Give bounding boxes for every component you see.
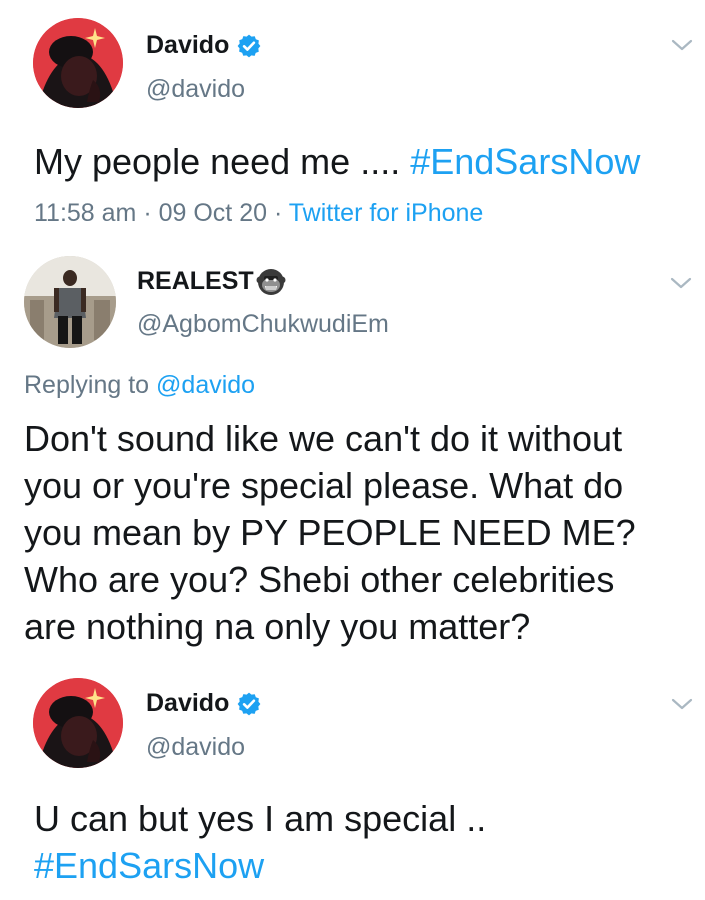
handle[interactable]: @AgbomChukwudiEm xyxy=(137,310,389,339)
tweet-text-line: Who are you? Shebi other celebrities xyxy=(24,559,615,600)
tweet-davido-1[interactable]: Davido @davido My people need me .... #E… xyxy=(0,0,705,250)
davido-name-row[interactable]: Davido xyxy=(146,31,262,60)
tweet-text-content: My people need me .... xyxy=(34,141,411,182)
handle[interactable]: @davido xyxy=(146,75,245,104)
tweet-meta: 11:58 am · 09 Oct 20 · Twitter for iPhon… xyxy=(34,199,483,228)
tweet-date: 09 Oct 20 xyxy=(158,199,268,227)
tweet-text-line: you mean by PY PEOPLE NEED ME? xyxy=(24,512,636,553)
replying-to: Replying to @davido xyxy=(24,371,255,400)
chevron-down-icon[interactable] xyxy=(671,38,693,52)
tweet-text-line: Don't sound like we can't do it without xyxy=(24,418,623,459)
tweet-reply-realest[interactable]: REALEST @AgbomChukwudiEm Replying to @da… xyxy=(0,250,705,670)
gorilla-emoji-icon xyxy=(256,269,286,295)
handle[interactable]: @davido xyxy=(146,733,245,762)
chevron-down-icon[interactable] xyxy=(671,697,693,711)
tweet-time: 11:58 am xyxy=(34,199,137,227)
tweet-davido-2[interactable]: Davido @davido U can but yes I am specia… xyxy=(0,670,705,900)
meta-separator: · xyxy=(267,199,289,227)
display-name[interactable]: Davido xyxy=(146,31,229,60)
replying-to-label: Replying to xyxy=(24,371,157,399)
hashtag-link[interactable]: #EndSarsNow xyxy=(34,842,486,889)
chevron-down-icon[interactable] xyxy=(670,276,692,290)
tweet-text: Don't sound like we can't do it without … xyxy=(24,415,636,650)
realest-avatar[interactable] xyxy=(24,256,116,348)
verified-badge-icon xyxy=(237,34,261,57)
hashtag-link[interactable]: #EndSarsNow xyxy=(410,141,640,182)
display-name[interactable]: REALEST xyxy=(137,267,254,296)
tweet-text-content: U can but yes I am special .. xyxy=(34,798,487,839)
davido-avatar[interactable] xyxy=(33,678,123,768)
realest-name-row[interactable]: REALEST xyxy=(137,266,286,296)
meta-separator: · xyxy=(136,199,159,227)
tweet-text-line: you or you're special please. What do xyxy=(24,465,624,506)
davido-avatar[interactable] xyxy=(33,18,123,108)
display-name[interactable]: Davido xyxy=(146,689,229,718)
verified-badge-icon xyxy=(237,692,261,715)
tweet-text-line: are nothing na only you matter? xyxy=(24,606,531,647)
davido-name-row[interactable]: Davido xyxy=(146,689,262,718)
tweet-text: My people need me .... #EndSarsNow xyxy=(34,138,640,185)
tweet-text: U can but yes I am special .. #EndSarsNo… xyxy=(34,795,486,889)
replying-to-handle-link[interactable]: @davido xyxy=(156,371,255,399)
tweet-source-link[interactable]: Twitter for iPhone xyxy=(289,199,484,227)
